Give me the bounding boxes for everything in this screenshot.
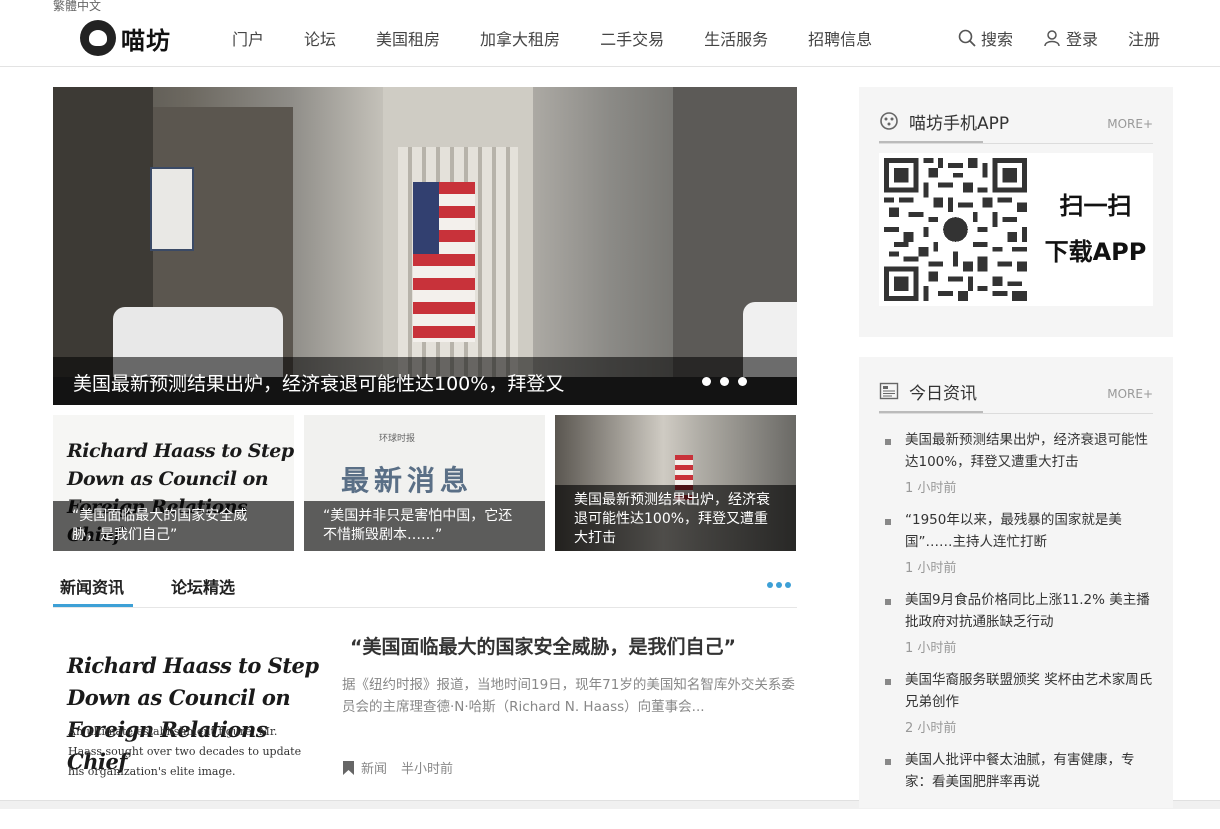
list-item[interactable]: 美国人批评中餐太油腻，有害健康，专家：看美国肥胖率再说 — [885, 749, 1153, 829]
thumbnail-image-text: 最新消息 — [341, 464, 474, 497]
panel-title-underline — [879, 411, 983, 413]
news-item-title[interactable]: “1950年以来，最残暴的国家就是美国”……主持人连忙打断 — [905, 509, 1153, 553]
active-tab-indicator — [53, 604, 133, 607]
thumbnail-card-2[interactable]: 环球时报 最新消息 “美国并非只是害怕中国，它还不惜撕毁剧本……” — [304, 415, 545, 551]
qr-download-box: 扫一扫 下载APP — [879, 153, 1153, 306]
tab-news[interactable]: 新闻资讯 — [60, 574, 124, 598]
bookmark-icon — [343, 760, 354, 775]
scan-line-2: 下载APP — [1044, 238, 1147, 266]
carousel-dot-3[interactable] — [738, 377, 747, 386]
nav-item-us-rental[interactable]: 美国租房 — [376, 26, 440, 50]
news-item-time: 1 小时前 — [905, 481, 957, 496]
search-icon — [958, 29, 976, 47]
user-icon — [1044, 30, 1060, 47]
article-meta: 新闻 半小时前 — [342, 758, 453, 777]
article-time: 半小时前 — [401, 762, 454, 777]
nav-item-canada-rental[interactable]: 加拿大租房 — [480, 26, 560, 50]
panel-title: 今日资讯 — [909, 384, 977, 404]
content-tabs: 新闻资讯 论坛精选 — [53, 562, 797, 608]
article-item[interactable]: Richard Haass to Step Down as Council on… — [53, 630, 797, 780]
article-image-subhead: An ultimate establishment figure, Mr. Ha… — [68, 725, 302, 778]
article-summary: 据《纽约时报》报道，当地时间19日，现年71岁的美国知名智库外交关系委员会的主席… — [342, 677, 795, 715]
hero-caption[interactable]: 美国最新预测结果出炉，经济衰退可能性达100%，拜登又 — [73, 369, 564, 396]
news-item-title[interactable]: 美国人批评中餐太油腻，有害健康，专家：看美国肥胖率再说 — [905, 749, 1153, 793]
newspaper-icon — [879, 382, 899, 400]
panel-header: 喵坊手机APP MORE+ — [879, 107, 1153, 144]
news-item-title[interactable]: 美国华裔服务联盟颁奖 奖杯由艺术家周氏兄弟创作 — [905, 669, 1153, 713]
register-button[interactable]: 注册 — [1128, 26, 1160, 50]
site-logo[interactable]: 喵坊 — [80, 18, 171, 58]
hero-photo-flag — [413, 182, 475, 342]
thumbnail-card-1[interactable]: Richard Haass to Step Down as Council on… — [53, 415, 294, 551]
nav-item-second-hand[interactable]: 二手交易 — [600, 26, 664, 50]
thumbnail-image-publisher: 环球时报 — [379, 434, 416, 444]
news-item-time: 1 小时前 — [905, 641, 957, 656]
logo-text: 喵坊 — [121, 26, 171, 55]
article-title[interactable]: “美国面临最大的国家安全威胁，是我们自己” — [350, 632, 736, 659]
hero-caption-bar: 美国最新预测结果出炉，经济衰退可能性达100%，拜登又 — [53, 357, 797, 405]
search-button[interactable]: 搜索 — [958, 26, 1013, 50]
article-thumbnail[interactable]: Richard Haass to Step Down as Council on… — [53, 630, 323, 780]
nav-item-portal[interactable]: 门户 — [232, 26, 264, 50]
qr-code-icon — [884, 158, 1027, 301]
login-label: 登录 — [1066, 30, 1099, 49]
thumbnail-card-3[interactable]: 美国最新预测结果出炉，经济衰退可能性达100%，拜登又遭重大打击 — [555, 415, 796, 551]
news-item-title[interactable]: 美国最新预测结果出炉，经济衰退可能性达100%，拜登又遭重大打击 — [905, 429, 1153, 473]
panel-title: 喵坊手机APP — [909, 114, 1010, 134]
thumbnail-caption: 美国最新预测结果出炉，经济衰退可能性达100%，拜登又遭重大打击 — [555, 485, 796, 551]
list-item[interactable]: “1950年以来，最残暴的国家就是美国”……主持人连忙打断 1 小时前 — [885, 509, 1153, 589]
hero-carousel[interactable]: 美国最新预测结果出炉，经济衰退可能性达100%，拜登又 — [53, 87, 797, 405]
app-icon — [880, 112, 898, 130]
more-link[interactable]: MORE+ — [1107, 117, 1153, 131]
news-item-title[interactable]: 美国9月食品价格同比上涨11.2% 美主播批政府对抗通胀缺乏行动 — [905, 589, 1153, 633]
login-button[interactable]: 登录 — [1043, 26, 1098, 50]
list-item[interactable]: 美国最新预测结果出炉，经济衰退可能性达100%，拜登又遭重大打击 1 小时前 — [885, 429, 1153, 509]
article-category[interactable]: 新闻 — [361, 758, 387, 777]
scan-line-1: 扫一扫 — [1059, 192, 1132, 220]
site-header: 喵坊 门户 论坛 美国租房 加拿大租房 二手交易 生活服务 招聘信息 搜索 登录… — [0, 0, 1220, 67]
today-news-panel: 今日资讯 MORE+ 美国最新预测结果出炉，经济衰退可能性达100%，拜登又遭重… — [859, 357, 1173, 808]
tab-forum-picks[interactable]: 论坛精选 — [171, 574, 235, 598]
header-tools: 搜索 登录 注册 — [958, 26, 1190, 50]
search-label: 搜索 — [981, 30, 1014, 49]
list-item[interactable]: 美国华裔服务联盟颁奖 奖杯由艺术家周氏兄弟创作 2 小时前 — [885, 669, 1153, 749]
carousel-dots — [693, 377, 747, 386]
main-nav: 门户 论坛 美国租房 加拿大租房 二手交易 生活服务 招聘信息 — [232, 26, 912, 50]
news-item-time: 2 小时前 — [905, 721, 957, 736]
carousel-dot-2[interactable] — [720, 377, 729, 386]
list-item[interactable]: 美国9月食品价格同比上涨11.2% 美主播批政府对抗通胀缺乏行动 1 小时前 — [885, 589, 1153, 669]
nav-item-forum[interactable]: 论坛 — [304, 26, 336, 50]
more-dots-icon[interactable] — [764, 582, 791, 588]
today-news-list: 美国最新预测结果出炉，经济衰退可能性达100%，拜登又遭重大打击 1 小时前 “… — [885, 429, 1153, 829]
nav-item-jobs[interactable]: 招聘信息 — [808, 26, 872, 50]
thumbnail-caption: “美国面临最大的国家安全威胁，是我们自己” — [53, 501, 294, 551]
scan-to-download-text: 扫一扫 下载APP — [1038, 183, 1153, 275]
carousel-dot-1[interactable] — [702, 377, 711, 386]
thumbnail-caption: “美国并非只是害怕中国，它还不惜撕毁剧本……” — [304, 501, 545, 551]
cat-logo-icon — [80, 20, 116, 56]
news-item-time: 1 小时前 — [905, 561, 957, 576]
more-link[interactable]: MORE+ — [1107, 387, 1153, 401]
hero-photo-banner — [150, 167, 194, 251]
panel-title-underline — [879, 141, 983, 143]
app-download-panel: 喵坊手机APP MORE+ 扫一扫 下载APP — [859, 87, 1173, 337]
register-label: 注册 — [1128, 30, 1161, 49]
nav-item-life-services[interactable]: 生活服务 — [704, 26, 768, 50]
panel-header: 今日资讯 MORE+ — [879, 377, 1153, 414]
